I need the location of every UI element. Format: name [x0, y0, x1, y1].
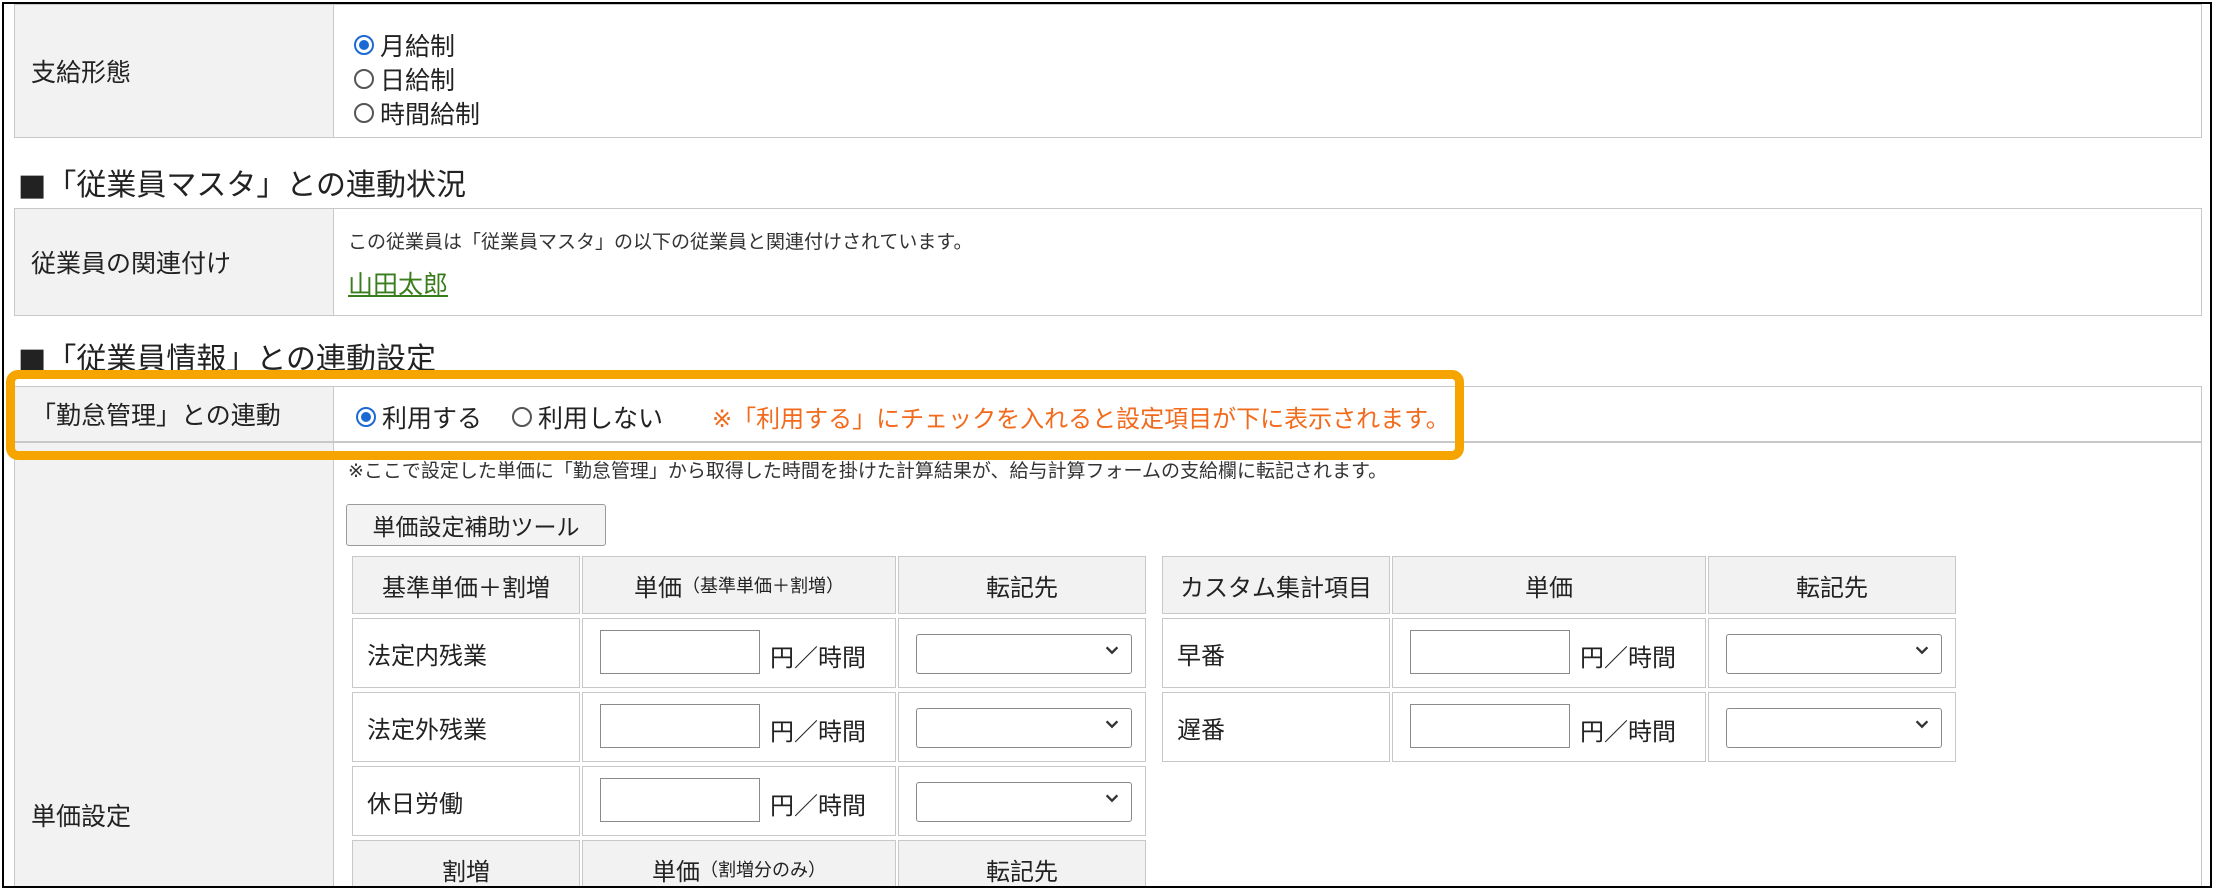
premium-header-destination: 転記先	[898, 840, 1146, 886]
late-shift-price-input[interactable]	[1410, 704, 1570, 748]
right-header-item: カスタム集計項目	[1162, 556, 1390, 614]
left-row-label: 法定外残業	[352, 692, 580, 762]
pay-type-value: 月給制 日給制 時間給制	[334, 4, 2202, 138]
premium-header-price: 単価 （割増分のみ）	[582, 840, 896, 886]
chevron-down-icon	[1915, 646, 1929, 655]
unit-label: 円／時間	[770, 644, 866, 672]
settings-panel: 支給形態 月給制 日給制 時間給制 ■「従業員マスタ」との連動状況 従業員の関連…	[2, 2, 2212, 888]
left-row-label: 休日労働	[352, 766, 580, 836]
chevron-down-icon	[1105, 720, 1119, 729]
legal-outside-overtime-price-input[interactable]	[600, 704, 760, 748]
section-title-info-link: ■「従業員情報」との連動設定	[18, 342, 437, 377]
radio-hourly-icon[interactable]	[354, 103, 374, 123]
left-header-destination: 転記先	[898, 556, 1146, 614]
attendance-link-value: 利用する 利用しない ※「利用する」にチェックを入れると設定項目が下に表示されま…	[334, 386, 2202, 442]
radio-use-icon[interactable]	[356, 407, 376, 427]
left-row-label: 法定内残業	[352, 618, 580, 688]
early-shift-destination-select[interactable]	[1726, 634, 1942, 674]
right-row-label: 早番	[1162, 618, 1390, 688]
legal-within-overtime-price-input[interactable]	[600, 630, 760, 674]
legal-outside-overtime-destination-select[interactable]	[916, 708, 1132, 748]
unit-label: 円／時間	[770, 718, 866, 746]
unit-label: 円／時間	[1580, 644, 1676, 672]
legal-within-overtime-destination-select[interactable]	[916, 634, 1132, 674]
employee-association-label: 従業員の関連付け	[14, 208, 334, 316]
right-row-label: 遅番	[1162, 692, 1390, 762]
radio-not-use[interactable]: 利用しない	[512, 399, 663, 435]
attendance-link-label: 「勤怠管理」との連動	[14, 386, 334, 442]
left-header-price: 単価 （基準単価＋割増）	[582, 556, 896, 614]
radio-use[interactable]: 利用する	[356, 399, 482, 435]
holiday-work-price-input[interactable]	[600, 778, 760, 822]
unit-label: 円／時間	[770, 792, 866, 820]
chevron-down-icon	[1105, 646, 1119, 655]
unit-price-note: ※ここで設定した単価に「勤怠管理」から取得した時間を掛けた計算結果が、給与計算フ…	[348, 460, 1388, 482]
unit-price-label: 単価設定	[14, 442, 334, 886]
radio-daily-icon[interactable]	[354, 69, 374, 89]
right-header-destination: 転記先	[1708, 556, 1956, 614]
premium-header-item: 割増	[352, 840, 580, 886]
employee-association-description: この従業員は「従業員マスタ」の以下の従業員と関連付けされています。	[348, 231, 973, 253]
chevron-down-icon	[1105, 794, 1119, 803]
unit-label: 円／時間	[1580, 718, 1676, 746]
holiday-work-destination-select[interactable]	[916, 782, 1132, 822]
pay-type-label: 支給形態	[14, 4, 334, 138]
radio-not-use-icon[interactable]	[512, 407, 532, 427]
late-shift-destination-select[interactable]	[1726, 708, 1942, 748]
early-shift-price-input[interactable]	[1410, 630, 1570, 674]
unit-price-helper-button[interactable]: 単価設定補助ツール	[346, 504, 606, 546]
radio-hourly[interactable]: 時間給制	[354, 95, 480, 131]
radio-monthly[interactable]: 月給制	[354, 27, 455, 63]
section-title-master-link: ■「従業員マスタ」との連動状況	[18, 168, 467, 203]
left-header-item: 基準単価＋割増	[352, 556, 580, 614]
employee-association-value: この従業員は「従業員マスタ」の以下の従業員と関連付けされています。 山田太郎	[334, 208, 2202, 316]
radio-daily[interactable]: 日給制	[354, 61, 455, 97]
radio-monthly-icon[interactable]	[354, 35, 374, 55]
chevron-down-icon	[1915, 720, 1929, 729]
right-header-price: 単価	[1392, 556, 1706, 614]
attendance-link-note: ※「利用する」にチェックを入れると設定項目が下に表示されます。	[712, 405, 1450, 433]
employee-link[interactable]: 山田太郎	[348, 265, 448, 301]
